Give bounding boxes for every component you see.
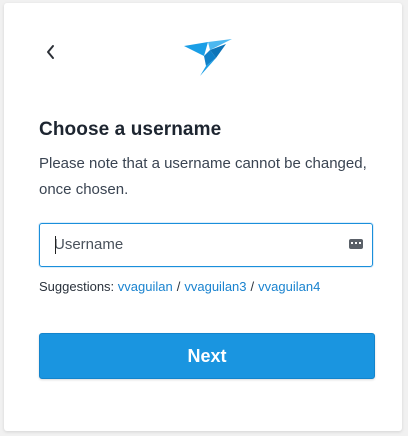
username-suggestions: Suggestions: vvaguilan / vvaguilan3/vvagui… <box>39 279 320 294</box>
hummingbird-logo-icon <box>184 39 232 76</box>
chevron-left-icon <box>47 45 54 59</box>
keyboard-icon[interactable] <box>349 239 363 249</box>
page-title: Choose a username <box>39 119 222 140</box>
username-field[interactable] <box>39 223 373 267</box>
suggestion-separator: / <box>250 279 255 294</box>
suggestion-link[interactable]: vvaguilan4 <box>258 279 320 294</box>
signup-card: Choose a username Please note that a use… <box>4 3 402 431</box>
suggestion-link[interactable]: vvaguilan <box>118 279 173 294</box>
text-cursor <box>55 236 56 254</box>
page-subtitle: Please note that a username cannot be ch… <box>39 155 367 198</box>
back-button[interactable] <box>40 41 62 63</box>
suggestion-separator: / <box>176 279 181 294</box>
username-input[interactable] <box>54 224 334 265</box>
suggestion-link[interactable]: vvaguilan3 <box>184 279 246 294</box>
next-button[interactable]: Next <box>39 333 375 379</box>
suggestions-label: Suggestions: <box>39 279 115 294</box>
